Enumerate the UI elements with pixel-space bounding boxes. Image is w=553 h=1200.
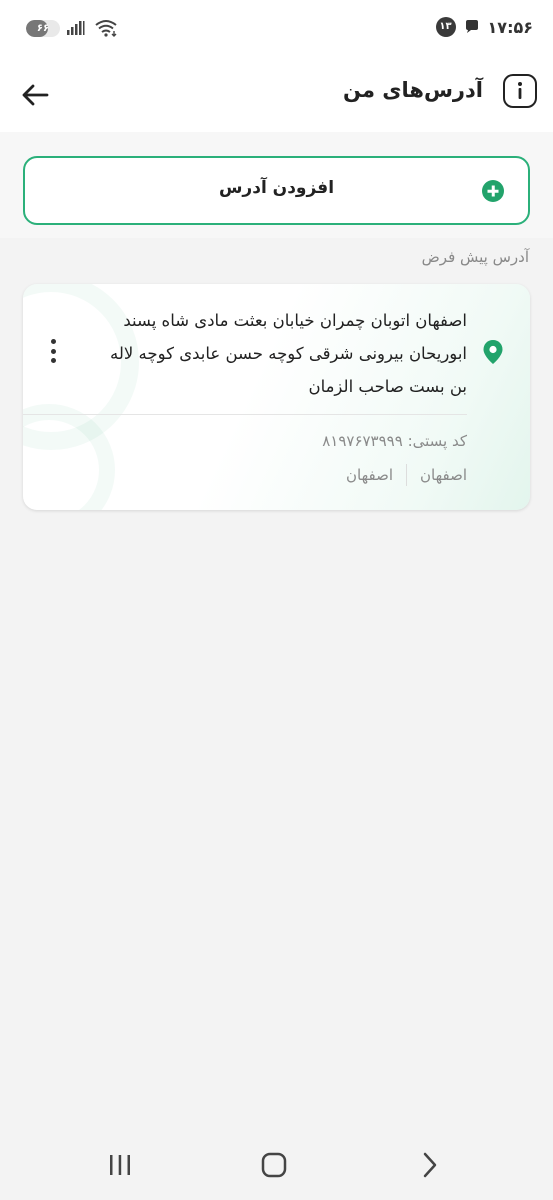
back-icon <box>423 1152 437 1178</box>
more-vertical-icon[interactable] <box>43 336 63 366</box>
postal-code: کد پستی: ۸۱۹۷۶۷۳۹۹۹ <box>322 432 467 450</box>
arrow-left-icon <box>22 84 49 106</box>
clock: ۱۷:۵۶ <box>487 17 533 37</box>
add-address-section: افزودن آدرس <box>0 132 553 238</box>
home-icon <box>261 1152 287 1178</box>
province: اصفهان <box>420 466 467 484</box>
signal-icon <box>67 21 85 35</box>
home-button[interactable] <box>254 1148 294 1182</box>
status-bar: ۶۶ ۱۳ ۱۷:۵۶ <box>0 0 553 60</box>
recent-apps-button[interactable] <box>100 1148 140 1182</box>
address-line: ابوریحان بیرونی شرقی کوچه حسن عابدی کوچه… <box>110 344 467 363</box>
battery-icon: ۶۶ <box>26 19 60 37</box>
location-pin-icon <box>483 340 503 364</box>
info-icon <box>518 82 522 99</box>
address-text: اصفهان اتوبان چمران خیابان بعثت مادی شاه… <box>47 304 467 403</box>
address-region: اصفهان اصفهان <box>346 464 467 486</box>
chat-notification-icon <box>465 20 478 33</box>
system-nav-bar <box>0 1130 553 1200</box>
add-address-button[interactable]: افزودن آدرس <box>23 156 530 225</box>
app-header: آدرس‌های من <box>0 60 553 132</box>
address-line: اصفهان اتوبان چمران خیابان بعثت مادی شاه… <box>123 311 467 330</box>
page-title: آدرس‌های من <box>343 78 483 102</box>
info-button[interactable] <box>503 74 537 108</box>
battery-percent: ۶۶ <box>36 22 50 34</box>
status-icons-right: ۱۳ ۱۷:۵۶ <box>435 17 533 37</box>
back-button[interactable] <box>18 78 52 112</box>
wifi-icon <box>95 20 117 37</box>
region-separator <box>406 464 407 486</box>
notification-count: ۱۳ <box>435 17 456 37</box>
add-address-label: افزودن آدرس <box>218 178 335 198</box>
city: اصفهان <box>346 466 393 484</box>
recent-apps-icon <box>110 1155 130 1175</box>
default-address-label: آدرس پیش فرض <box>421 248 529 266</box>
card-divider <box>23 414 467 415</box>
nav-back-button[interactable] <box>410 1148 450 1182</box>
status-icons-left: ۶۶ <box>26 19 118 37</box>
address-card[interactable]: اصفهان اتوبان چمران خیابان بعثت مادی شاه… <box>23 284 530 510</box>
address-line: بن بست صاحب الزمان <box>308 377 467 396</box>
